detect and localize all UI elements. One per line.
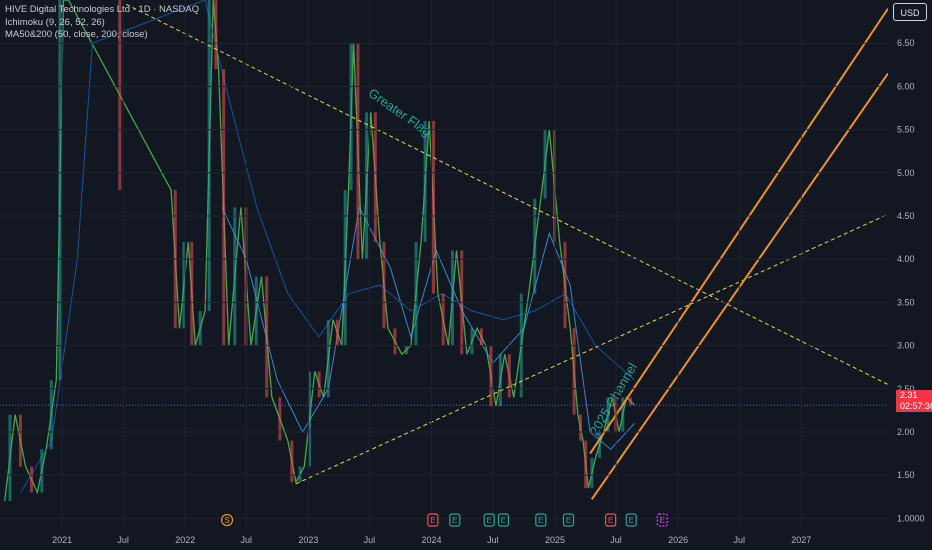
- ma-indicator-label[interactable]: MA50&200 (50, close, 200, close): [5, 29, 199, 42]
- y-tick-label: 1.50: [897, 470, 915, 480]
- candle-45: [507, 354, 511, 398]
- y-tick-label: 1.0000: [897, 513, 925, 523]
- candle-19: [265, 276, 269, 398]
- candle-59: [629, 397, 633, 406]
- candle-54: [590, 457, 594, 489]
- candle-52: [578, 414, 582, 441]
- candle-6: [58, 0, 62, 381]
- x-tick-label: Jul: [364, 535, 376, 545]
- event-marker-letter: E: [452, 516, 457, 525]
- candle-49: [552, 129, 556, 242]
- event-marker-letter: E: [629, 516, 634, 525]
- chart-legend: HIVE Digital Technologies Ltd · 1D · NAS…: [5, 4, 199, 42]
- candle-47: [533, 198, 537, 294]
- candle-14: [214, 0, 218, 70]
- candle-15: [222, 69, 226, 346]
- event-marker-letter: E: [660, 516, 665, 525]
- x-tick-label: Jul: [487, 535, 499, 545]
- candle-38: [441, 293, 445, 346]
- candle-22: [298, 466, 302, 483]
- candle-31: [373, 112, 377, 242]
- candle-4: [40, 449, 44, 493]
- x-tick-label: 2023: [298, 535, 318, 545]
- candle-41: [470, 328, 474, 355]
- event-marker-letter: E: [538, 516, 543, 525]
- y-tick-label: 5.50: [897, 125, 915, 135]
- candle-16: [233, 207, 237, 346]
- x-tick-label: Jul: [117, 535, 129, 545]
- candle-7: [64, 0, 68, 1]
- candle-30: [365, 112, 369, 260]
- price-chart[interactable]: Greater Flag2025 Channel6.506.005.505.00…: [0, 0, 932, 550]
- candle-50: [563, 241, 567, 329]
- y-tick-label: 6.00: [897, 81, 915, 91]
- candle-1: [8, 414, 12, 502]
- candle-37: [432, 120, 436, 294]
- y-tick-label: 3.00: [897, 341, 915, 351]
- y-tick-label: 6.50: [897, 38, 915, 48]
- event-marker-letter: E: [566, 516, 571, 525]
- x-tick-label: 2026: [668, 535, 688, 545]
- chart-background: [0, 0, 932, 550]
- candle-27: [343, 190, 347, 346]
- x-tick-label: 2027: [791, 535, 811, 545]
- symbol-title: HIVE Digital Technologies Ltd · 1D · NAS…: [5, 4, 200, 15]
- candle-21: [290, 440, 294, 483]
- y-tick-label: 5.00: [897, 168, 915, 178]
- candle-18: [254, 276, 258, 346]
- currency-button[interactable]: USD: [893, 3, 927, 21]
- candle-51: [572, 328, 576, 415]
- candle-44: [498, 354, 502, 407]
- candle-29: [356, 43, 360, 260]
- candle-33: [393, 328, 397, 355]
- candle-2: [18, 414, 22, 467]
- candle-53: [584, 440, 588, 489]
- candle-24: [317, 371, 321, 398]
- candle-43: [489, 345, 493, 407]
- event-marker-letter: E: [430, 516, 435, 525]
- x-tick-label: Jul: [241, 535, 253, 545]
- candle-39: [450, 250, 454, 346]
- candle-26: [335, 319, 339, 346]
- ichimoku-indicator-label[interactable]: Ichimoku (9, 26, 52, 26): [5, 17, 199, 30]
- y-tick-label: 3.50: [897, 297, 915, 307]
- event-marker-letter: E: [608, 516, 613, 525]
- x-tick-label: Jul: [610, 535, 622, 545]
- candle-3: [30, 466, 34, 493]
- candle-25: [326, 319, 330, 398]
- y-tick-label: 4.50: [897, 211, 915, 221]
- x-tick-label: 2024: [422, 535, 442, 545]
- event-marker-letter: E: [487, 516, 492, 525]
- x-tick-label: Jul: [733, 535, 745, 545]
- candle-20: [278, 397, 282, 441]
- countdown-timer: 02:57:36: [900, 401, 932, 411]
- event-marker-letter: E: [501, 516, 506, 525]
- candle-32: [382, 241, 386, 329]
- x-tick-label: 2021: [52, 535, 72, 545]
- last-price-tag: 2.31 02:57:36: [896, 390, 932, 412]
- candle-35: [414, 241, 418, 346]
- candle-12: [198, 311, 202, 346]
- y-tick-label: 4.00: [897, 254, 915, 264]
- last-price-value: 2.31: [900, 390, 918, 400]
- candle-34: [404, 345, 408, 355]
- candle-48: [543, 129, 547, 199]
- candle-11: [190, 241, 194, 346]
- x-tick-label: 2022: [175, 535, 195, 545]
- candle-5: [49, 380, 53, 450]
- x-tick-label: 2025: [545, 535, 565, 545]
- candle-42: [479, 328, 483, 346]
- event-marker-letter: S: [224, 516, 229, 525]
- y-tick-label: 2.00: [897, 427, 915, 437]
